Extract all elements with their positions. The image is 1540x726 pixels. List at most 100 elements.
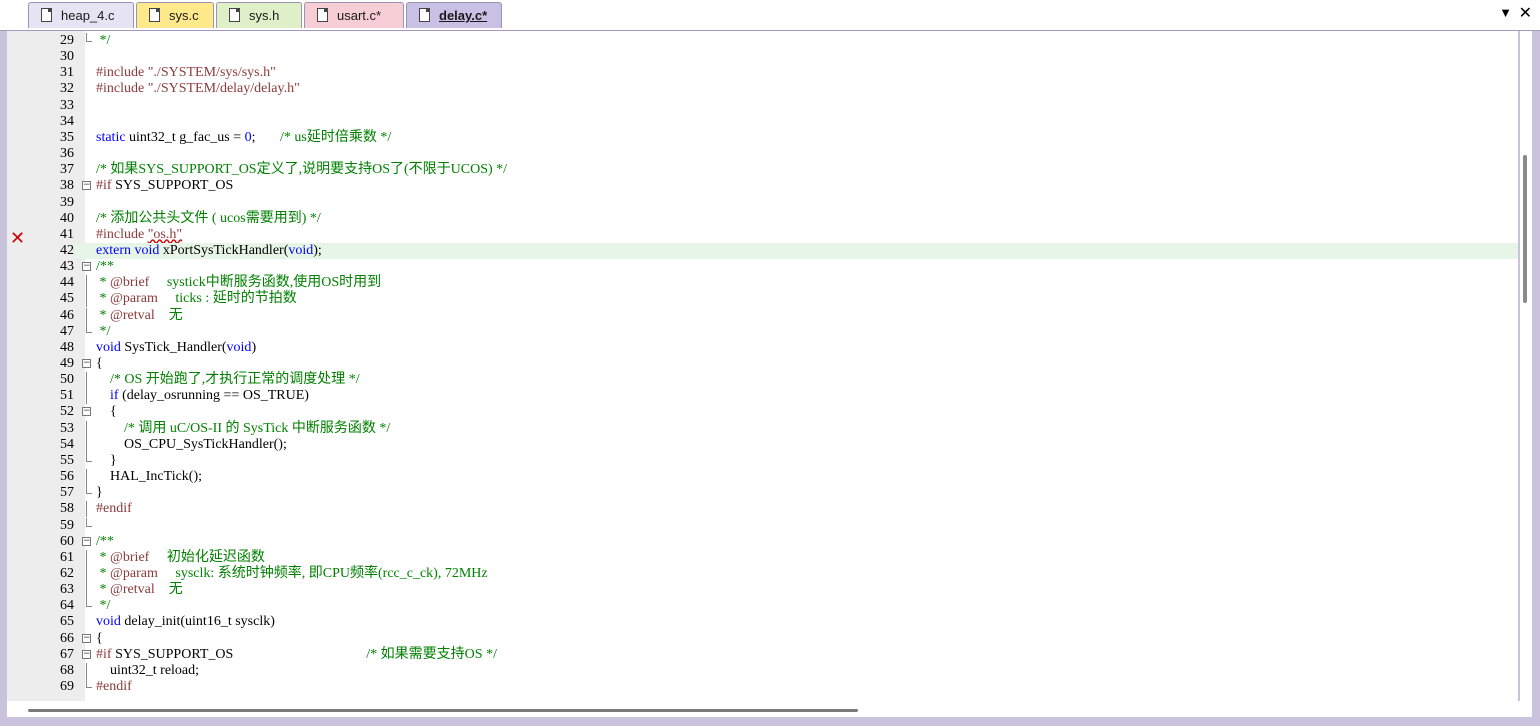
code-line[interactable]: 31 #include "./SYSTEM/sys/sys.h" [7, 65, 1518, 81]
code-line[interactable]: 35 static uint32_t g_fac_us = 0; /* us延时倍… [7, 130, 1518, 146]
code-line[interactable]: 41 #include "os.h" [7, 227, 1518, 243]
code-text: static uint32_t g_fac_us = 0; /* us延时倍乘数… [96, 130, 391, 146]
code-line[interactable]: 29 */ [7, 33, 1518, 49]
fold-guide [86, 291, 87, 308]
tab-list-dropdown-icon[interactable]: ▼ [1499, 5, 1512, 20]
code-line[interactable]: 67− #if SYS_SUPPORT_OS /* 如果需要支持OS */ [7, 647, 1518, 663]
tab-sys-h[interactable]: sys.h [216, 2, 302, 28]
vertical-scroll-thumb[interactable] [1523, 155, 1527, 303]
code-line[interactable]: 54 OS_CPU_SysTickHandler(); [7, 436, 1518, 453]
close-tab-icon[interactable]: ✕ [1519, 3, 1532, 23]
code-token: /* OS 开始跑了,才执行正常的调度处理 */ [110, 372, 360, 388]
code-text: #include "os.h" [96, 227, 182, 243]
code-text: { [96, 356, 103, 372]
line-number: 59 [60, 517, 74, 533]
code-line[interactable]: 46 * @retval 无 [7, 307, 1518, 324]
code-line[interactable]: 38− #if SYS_SUPPORT_OS [7, 178, 1518, 194]
code-line[interactable]: 48 void SysTick_Handler(void) [7, 340, 1518, 356]
code-editor[interactable]: 29 */30 31 #include "./SYSTEM/sys/sys.h" 32… [7, 31, 1518, 701]
line-number: 33 [60, 97, 74, 113]
code-token: (delay_osrunning == OS_TRUE) [118, 388, 309, 404]
fold-toggle-icon[interactable]: − [82, 649, 91, 659]
fold-toggle-icon[interactable]: − [82, 262, 91, 272]
code-line[interactable]: 61 * @brief 初始化延迟函数 [7, 549, 1518, 566]
code-line[interactable]: 39 [7, 195, 1518, 211]
code-line[interactable]: 57} [7, 485, 1518, 501]
line-number: 56 [60, 469, 74, 485]
fold-guide [86, 436, 87, 453]
code-line[interactable]: 34 [7, 114, 1518, 130]
tab-label: delay.c* [439, 8, 488, 23]
code-line[interactable]: 47 */ [7, 323, 1518, 340]
code-text: HAL_IncTick(); [96, 469, 202, 485]
horizontal-scrollbar[interactable] [7, 701, 1532, 717]
code-line[interactable]: 37 /* 如果SYS_SUPPORT_OS定义了,说明要支持OS了(不限于UCO… [7, 162, 1518, 178]
code-line[interactable]: 69 #endif [7, 679, 1518, 695]
tab-usart-c[interactable]: usart.c* [304, 2, 404, 28]
line-number: 39 [60, 194, 74, 210]
fold-guide [86, 372, 87, 389]
code-line[interactable]: 65 void delay_init(uint16_t sysclk) [7, 614, 1518, 630]
code-line[interactable]: 68 uint32_t reload; [7, 662, 1518, 679]
code-line[interactable]: 50 /* OS 开始跑了,才执行正常的调度处理 */ [7, 372, 1518, 389]
code-line[interactable]: 30 [7, 49, 1518, 65]
code-line[interactable]: 40 /* 添加公共头文件 ( ucos需要用到) */ [7, 211, 1518, 227]
code-token: extern [96, 242, 131, 258]
code-line[interactable]: 33 [7, 98, 1518, 114]
line-number: 63 [60, 582, 74, 598]
code-text: if (delay_osrunning == OS_TRUE) [96, 388, 309, 404]
code-line[interactable]: 58 #endif [7, 501, 1518, 518]
code-line[interactable]: 60−/** [7, 534, 1518, 550]
code-line[interactable]: 63 * @retval 无 [7, 582, 1518, 599]
line-number: 30 [60, 49, 74, 65]
code-line[interactable]: 43−/** [7, 259, 1518, 275]
code-token: @param [110, 565, 158, 581]
code-line[interactable]: 55 } [7, 452, 1518, 469]
code-token: @retval [110, 307, 155, 323]
code-line[interactable]: 32 #include "./SYSTEM/delay/delay.h" [7, 81, 1518, 97]
horizontal-scroll-thumb[interactable] [28, 709, 858, 712]
code-token: "./SYSTEM/sys/sys.h" [147, 65, 276, 81]
fold-guide [86, 388, 87, 405]
code-line[interactable]: 64 */ [7, 598, 1518, 614]
code-text: } [96, 485, 103, 501]
code-token: delay_init(uint16_t sysclk) [120, 614, 275, 630]
code-token: ) [251, 339, 257, 355]
tab-delay-c[interactable]: delay.c* [406, 2, 502, 28]
code-line[interactable]: 66−{ [7, 631, 1518, 647]
line-number: 52 [60, 404, 74, 420]
code-line[interactable]: 49−{ [7, 356, 1518, 372]
code-token: /* 添加公共头文件 ( ucos需要用到) */ [96, 210, 321, 226]
code-line[interactable]: 52− { [7, 404, 1518, 420]
tab-sys-c[interactable]: sys.c [136, 2, 214, 28]
code-token: ticks : 延时的节拍数 [157, 291, 297, 307]
code-text: /* 添加公共头文件 ( ucos需要用到) */ [96, 211, 321, 227]
code-line[interactable]: 44 * @brief systick中断服务函数,使用OS时用到 [7, 275, 1518, 292]
code-text: /** [96, 534, 114, 550]
code-line[interactable]: 51 if (delay_osrunning == OS_TRUE) [7, 388, 1518, 405]
code-line[interactable]: 36 [7, 146, 1518, 162]
file-icon [229, 8, 240, 22]
code-line[interactable]: 56 HAL_IncTick(); [7, 469, 1518, 486]
code-line[interactable]: 45 * @param ticks : 延时的节拍数 [7, 291, 1518, 308]
fold-toggle-icon[interactable]: − [82, 536, 91, 546]
line-number: 44 [60, 275, 74, 291]
code-text: void SysTick_Handler(void) [96, 340, 256, 356]
fold-toggle-icon[interactable]: − [82, 359, 91, 368]
error-marker-icon[interactable]: ✕ [10, 228, 25, 249]
tab-heap-4-c[interactable]: heap_4.c [28, 2, 134, 28]
code-token: SysTick_Handler( [120, 339, 227, 355]
fold-guide [86, 420, 87, 437]
code-text: * @retval 无 [96, 308, 183, 324]
file-icon [317, 8, 328, 22]
code-line[interactable]: 62 * @param sysclk: 系统时钟频率, 即CPU频率(rcc_c… [7, 565, 1518, 582]
line-number: 65 [60, 614, 74, 630]
fold-toggle-icon[interactable]: − [82, 407, 91, 417]
fold-toggle-icon[interactable]: − [82, 181, 91, 191]
fold-toggle-icon[interactable]: − [82, 633, 91, 643]
code-line[interactable]: 53 /* 调用 uC/OS-II 的 SysTick 中断服务函数 */ [7, 420, 1518, 437]
vertical-scrollbar[interactable] [1520, 31, 1532, 701]
code-line[interactable]: 59 [7, 517, 1518, 534]
code-line[interactable]: 42 extern void xPortSysTickHandler(void); [7, 242, 1518, 259]
code-text: * @param sysclk: 系统时钟频率, 即CPU频率(rcc_c_ck… [96, 566, 488, 582]
